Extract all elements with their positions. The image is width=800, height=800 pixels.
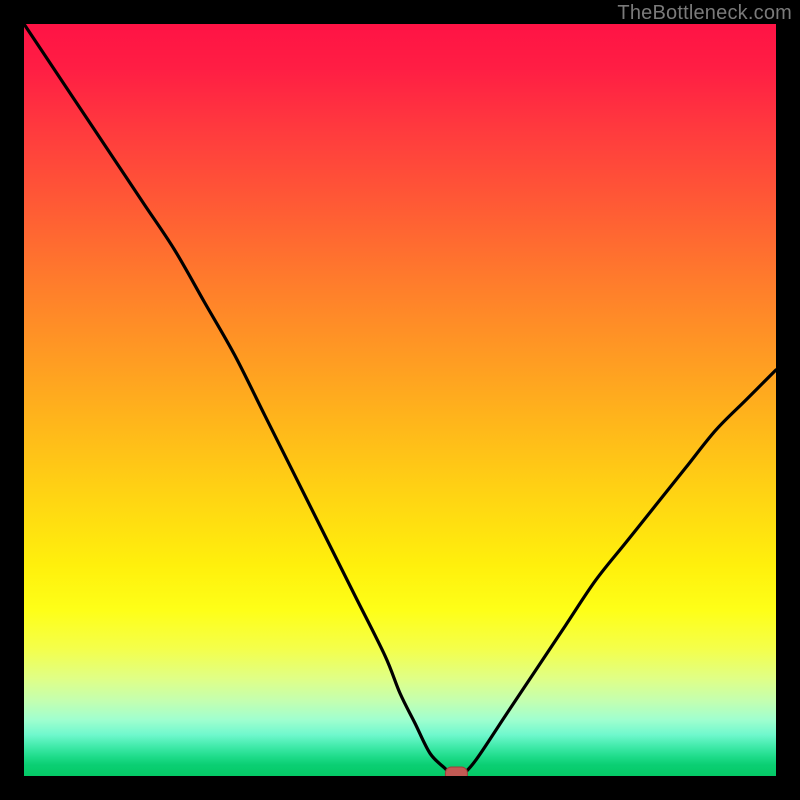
plot-area xyxy=(24,24,776,776)
chart-frame: TheBottleneck.com xyxy=(0,0,800,800)
bottleneck-curve xyxy=(24,24,776,776)
bottleneck-curve-svg xyxy=(24,24,776,776)
optimal-marker xyxy=(445,767,467,776)
watermark-text: TheBottleneck.com xyxy=(617,2,792,25)
